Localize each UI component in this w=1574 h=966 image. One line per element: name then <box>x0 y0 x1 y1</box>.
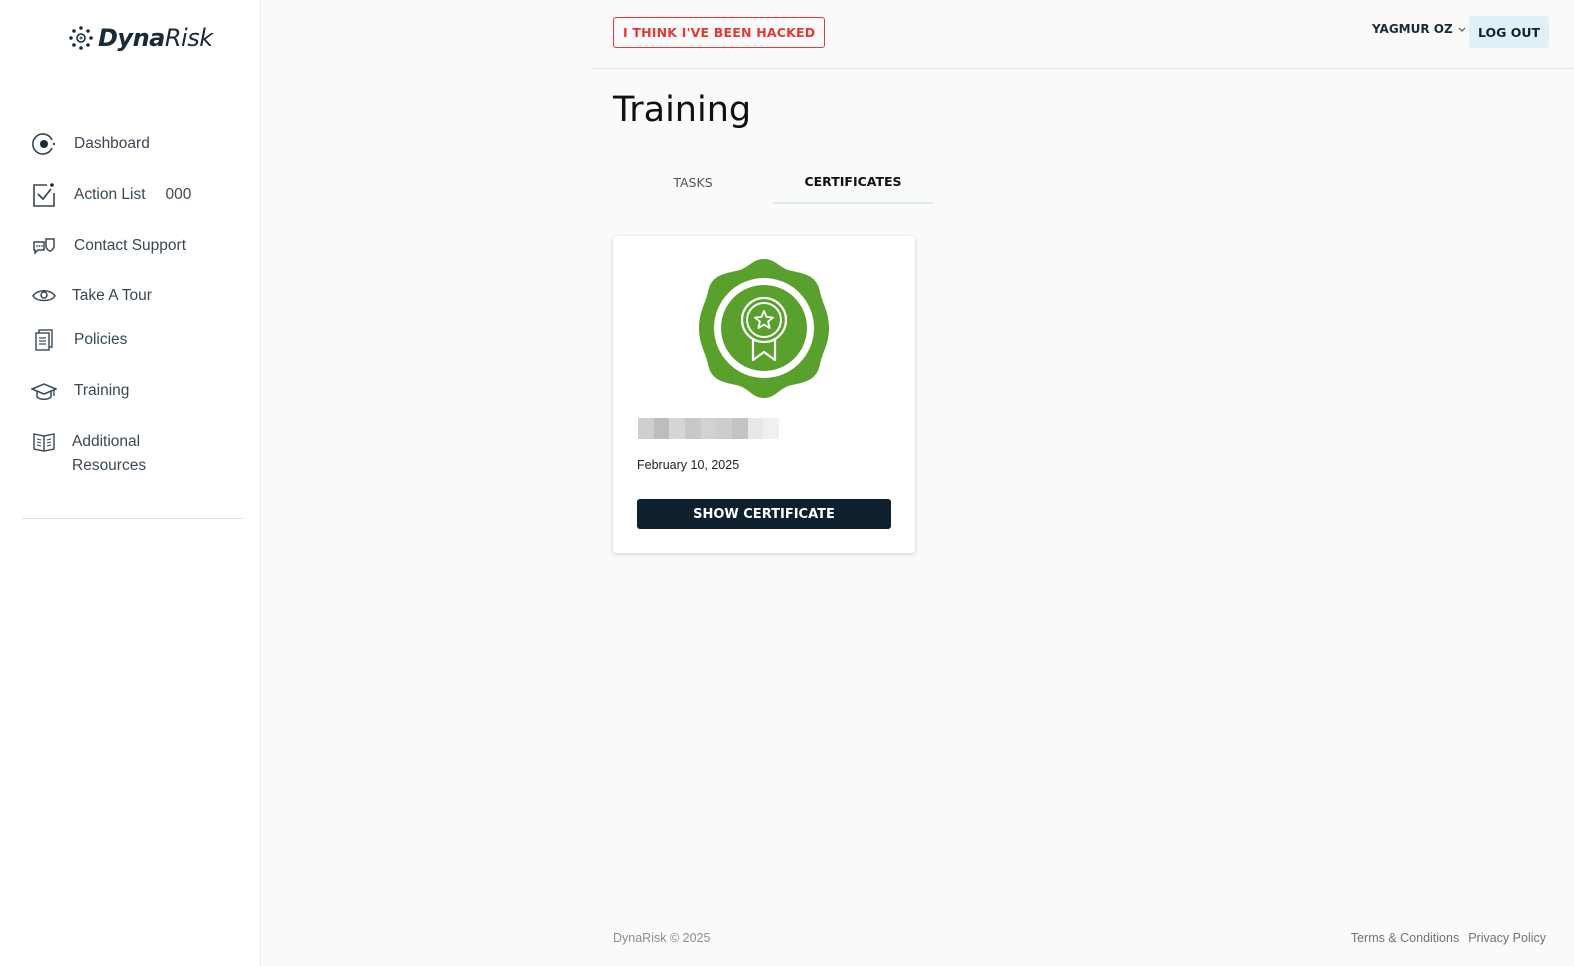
footer-links: Terms & Conditions Privacy Policy <box>1351 931 1546 945</box>
sidebar-item-label: Training <box>74 382 130 399</box>
certificate-date: February 10, 2025 <box>637 458 740 472</box>
brand-name: DynaRisk <box>98 24 213 52</box>
support-chat-icon <box>30 232 58 260</box>
redacted-certificate-name <box>638 418 780 439</box>
sidebar-item-label: Additional Resources <box>72 433 147 474</box>
sidebar-item-contact-support[interactable]: Contact Support <box>30 232 186 260</box>
document-icon <box>30 326 58 354</box>
sidebar-item-action-list[interactable]: Action List 000 <box>30 181 191 209</box>
user-name: YAGMUR OZ <box>1372 22 1453 36</box>
tab-tasks[interactable]: TASKS <box>613 160 773 204</box>
sidebar-item-label: Contact Support <box>74 237 187 254</box>
sidebar-divider <box>22 518 244 519</box>
dashboard-icon <box>30 130 58 158</box>
sidebar-item-label: Action List <box>74 186 146 203</box>
sidebar-item-label: Take A Tour <box>72 287 152 304</box>
certificate-card: February 10, 2025 SHOW CERTIFICATE <box>613 236 915 553</box>
book-icon <box>30 428 58 456</box>
checklist-icon <box>30 181 58 209</box>
sidebar-item-training[interactable]: Training <box>30 377 129 405</box>
logo-mark-icon <box>69 26 93 50</box>
i-think-ive-been-hacked-button[interactable]: I THINK I'VE BEEN HACKED <box>613 17 826 48</box>
top-bar: I THINK I'VE BEEN HACKED YAGMUR OZ LOG O… <box>593 0 1574 69</box>
tab-certificates[interactable]: CERTIFICATES <box>773 160 933 204</box>
page-title: Training <box>613 90 752 130</box>
privacy-policy-link[interactable]: Privacy Policy <box>1468 931 1546 945</box>
tab-bar: TASKS CERTIFICATES <box>613 160 933 204</box>
certificate-badge-icon <box>699 259 829 398</box>
brand-logo[interactable]: DynaRisk <box>68 24 213 52</box>
graduation-cap-icon <box>30 377 58 405</box>
sidebar-item-label: Dashboard <box>74 135 150 152</box>
user-menu[interactable]: YAGMUR OZ <box>1372 22 1467 36</box>
sidebar-item-take-a-tour[interactable]: Take A Tour <box>30 282 152 310</box>
sidebar-item-additional-resources[interactable]: Additional Resources <box>30 428 146 478</box>
sidebar: DynaRisk Dashboard Action List 000 Conta… <box>0 0 261 966</box>
footer-copyright: DynaRisk © 2025 <box>613 931 711 945</box>
terms-and-conditions-link[interactable]: Terms & Conditions <box>1351 931 1459 945</box>
sidebar-item-label: Policies <box>74 331 128 348</box>
action-list-count: 000 <box>165 186 192 203</box>
show-certificate-button[interactable]: SHOW CERTIFICATE <box>637 499 891 529</box>
eye-icon <box>30 282 58 310</box>
sidebar-item-policies[interactable]: Policies <box>30 326 127 354</box>
sidebar-item-dashboard[interactable]: Dashboard <box>30 130 150 158</box>
logout-button[interactable]: LOG OUT <box>1469 16 1549 48</box>
chevron-down-icon <box>1458 27 1466 32</box>
